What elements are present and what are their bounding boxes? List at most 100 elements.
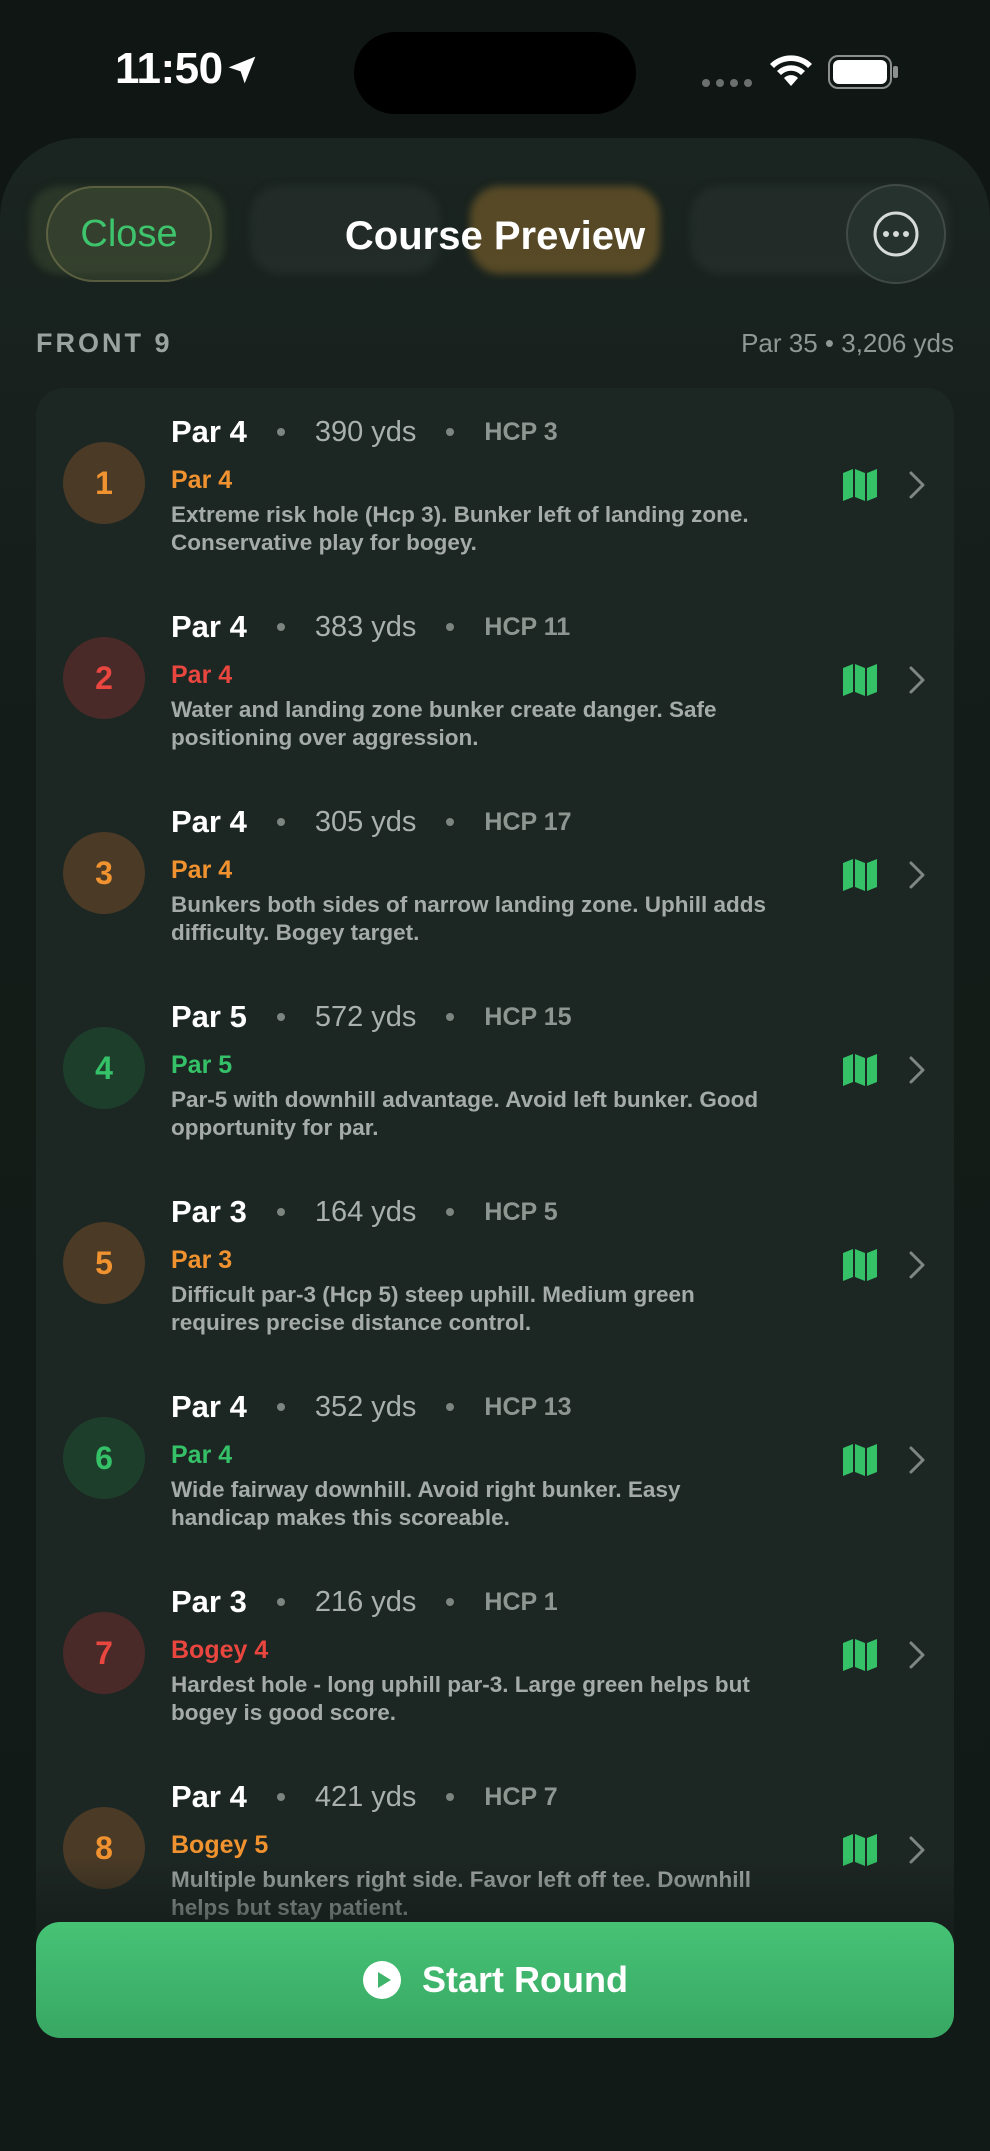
- hole-handicap: HCP 13: [484, 1392, 572, 1421]
- hole-target-score: Bogey 4: [171, 1636, 269, 1664]
- hole-yardage: 421 yds: [314, 1780, 417, 1813]
- hole-row[interactable]: 1 Par 4 390 yds HCP 3 Par 4 Extreme risk hole…: [36, 388, 954, 583]
- map-icon[interactable]: [842, 1053, 878, 1087]
- hole-handicap: HCP 11: [484, 612, 571, 641]
- hole-handicap: HCP 1: [484, 1587, 558, 1616]
- hole-yardage: 383 yds: [314, 610, 417, 643]
- separator-dot: [276, 1598, 285, 1606]
- separator-dot: [276, 818, 285, 826]
- hole-row[interactable]: 4 Par 5 572 yds HCP 15 Par 5 Par-5 with downh…: [36, 973, 954, 1168]
- status-time: 11:50: [115, 44, 223, 93]
- hole-strategy-text: Par-5 with downhill advantage. Avoid lef…: [171, 1087, 759, 1140]
- chevron-right-icon: [909, 1446, 925, 1474]
- battery-icon: [828, 55, 898, 89]
- hole-number-badge: 6: [63, 1417, 145, 1499]
- hole-strategy-text: Water and landing zone bunker create dan…: [171, 697, 717, 750]
- map-icon[interactable]: [842, 1638, 878, 1672]
- separator-dot: [276, 1403, 285, 1411]
- hole-strategy-text: Bunkers both sides of narrow landing zon…: [171, 892, 767, 945]
- hole-number-badge: 1: [63, 442, 145, 524]
- hole-info-line: Par 4 383 yds HCP 11: [171, 609, 570, 645]
- more-options-button[interactable]: [846, 184, 946, 284]
- hole-par: Par 4: [171, 1389, 247, 1424]
- start-round-label: Start Round: [422, 1959, 628, 2000]
- hole-target-score: Par 4: [171, 661, 233, 689]
- hole-row[interactable]: 6 Par 4 352 yds HCP 13 Par 4 Wide fairway dow…: [36, 1363, 954, 1558]
- separator-dot: [276, 1793, 285, 1801]
- hole-yardage: 390 yds: [314, 415, 417, 448]
- separator-dot: [446, 623, 455, 631]
- hole-strategy-text: Extreme risk hole (Hcp 3). Bunker left o…: [171, 502, 749, 555]
- chevron-right-icon: [909, 1056, 925, 1084]
- chevron-right-icon: [909, 666, 925, 694]
- hole-target-score: Par 4: [171, 856, 233, 884]
- hole-row[interactable]: 2 Par 4 383 yds HCP 11 Par 4 Water and landin…: [36, 583, 954, 778]
- separator-dot: [276, 428, 285, 436]
- hole-handicap: HCP 5: [484, 1197, 558, 1226]
- hole-yardage: 216 yds: [314, 1585, 417, 1618]
- hole-handicap: HCP 7: [484, 1782, 558, 1811]
- hole-row[interactable]: 7 Par 3 216 yds HCP 1 Bogey 4 Hardest hole - …: [36, 1558, 954, 1753]
- separator-dot: [446, 1403, 455, 1411]
- separator-dot: [446, 1793, 455, 1801]
- separator-dot: [446, 1598, 455, 1606]
- hole-number-badge: 3: [63, 832, 145, 914]
- hole-info-line: Par 3 216 yds HCP 1: [171, 1584, 558, 1620]
- section-title: FRONT 9: [36, 328, 173, 358]
- hole-strategy-text: Wide fairway downhill. Avoid right bunke…: [171, 1477, 681, 1530]
- map-icon[interactable]: [842, 858, 878, 892]
- hole-par: Par 5: [171, 999, 247, 1034]
- hole-handicap: HCP 17: [484, 807, 572, 836]
- map-icon[interactable]: [842, 1248, 878, 1282]
- separator-dot: [446, 1208, 455, 1216]
- ellipsis-circle-icon: [873, 211, 919, 257]
- hole-target-score: Bogey 5: [171, 1831, 269, 1859]
- map-icon[interactable]: [842, 468, 878, 502]
- chevron-right-icon: [909, 1641, 925, 1669]
- hole-target-score: Par 5: [171, 1051, 233, 1079]
- hole-row[interactable]: 3 Par 4 305 yds HCP 17 Par 4 Bunkers both sid…: [36, 778, 954, 973]
- play-circle-icon: [363, 1961, 401, 1999]
- hole-par: Par 4: [171, 1779, 247, 1814]
- hole-info-line: Par 3 164 yds HCP 5: [171, 1194, 558, 1230]
- hole-handicap: HCP 3: [484, 417, 558, 446]
- hole-par: Par 4: [171, 804, 247, 839]
- map-icon[interactable]: [842, 1443, 878, 1477]
- hole-yardage: 572 yds: [314, 1000, 417, 1033]
- dynamic-island: [354, 32, 636, 114]
- hole-number-badge: 5: [63, 1222, 145, 1304]
- hole-number-badge: 7: [63, 1612, 145, 1694]
- hole-list: 1 Par 4 390 yds HCP 3 Par 4 Extreme risk hole…: [36, 388, 954, 2008]
- chevron-right-icon: [909, 861, 925, 889]
- hole-strategy-text: Hardest hole - long uphill par-3. Large …: [171, 1672, 750, 1725]
- hole-info-line: Par 5 572 yds HCP 15: [171, 999, 572, 1035]
- hole-info-line: Par 4 305 yds HCP 17: [171, 804, 572, 840]
- hole-target-score: Par 4: [171, 466, 233, 494]
- hole-info-line: Par 4 421 yds HCP 7: [171, 1779, 558, 1815]
- hole-info-line: Par 4 390 yds HCP 3: [171, 414, 558, 450]
- hole-par: Par 3: [171, 1584, 247, 1619]
- hole-info-line: Par 4 352 yds HCP 13: [171, 1389, 572, 1425]
- hole-number-badge: 2: [63, 637, 145, 719]
- hole-yardage: 164 yds: [314, 1195, 417, 1228]
- hole-target-score: Par 4: [171, 1441, 233, 1469]
- start-round-button[interactable]: Start Round: [36, 1922, 954, 2038]
- hole-row[interactable]: 5 Par 3 164 yds HCP 5 Par 3 Difficult par-3 (…: [36, 1168, 954, 1363]
- status-bar: 11:50: [0, 0, 990, 140]
- hole-strategy-text: Difficult par-3 (Hcp 5) steep uphill. Me…: [171, 1282, 695, 1335]
- separator-dot: [446, 428, 455, 436]
- chevron-right-icon: [909, 471, 925, 499]
- hole-handicap: HCP 15: [484, 1002, 572, 1031]
- chevron-right-icon: [909, 1251, 925, 1279]
- hole-yardage: 305 yds: [314, 805, 417, 838]
- hole-par: Par 3: [171, 1194, 247, 1229]
- location-arrow-icon: [228, 56, 256, 84]
- wifi-icon: [770, 55, 812, 86]
- course-preview-sheet: Close Course Preview FRONT 9 Par 35 • 3,…: [0, 138, 990, 2151]
- cellular-signal-icon: [702, 79, 752, 87]
- separator-dot: [276, 1208, 285, 1216]
- separator-dot: [446, 818, 455, 826]
- page-title: Course Preview: [344, 214, 646, 258]
- section-summary: Par 35 • 3,206 yds: [741, 328, 954, 358]
- map-icon[interactable]: [842, 663, 878, 697]
